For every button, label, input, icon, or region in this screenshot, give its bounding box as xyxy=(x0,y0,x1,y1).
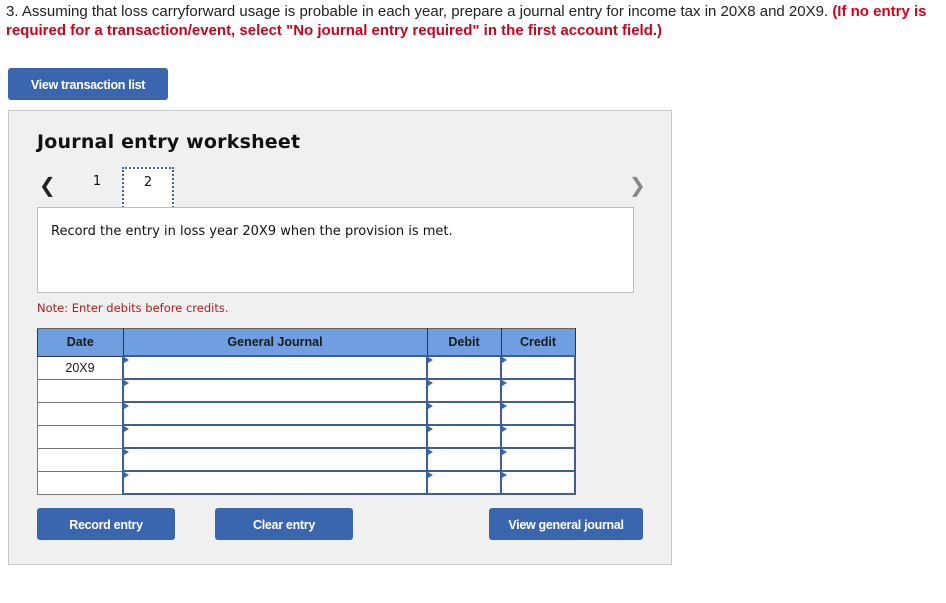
record-entry-button[interactable]: Record entry xyxy=(37,508,175,540)
journal-header-row: Date General Journal Debit Credit xyxy=(37,328,576,357)
table-row xyxy=(37,401,576,426)
page-tab-2[interactable]: 2 xyxy=(122,167,174,211)
table-row xyxy=(37,470,576,495)
journal-entry-worksheet-panel: Journal entry worksheet ❮ 1 2 ❯ Record t… xyxy=(8,110,672,565)
table-row xyxy=(37,378,576,403)
date-cell xyxy=(37,470,124,495)
header-general-journal: General Journal xyxy=(122,328,428,357)
credit-input[interactable] xyxy=(500,424,576,449)
date-cell xyxy=(37,378,124,403)
view-transaction-list-button[interactable]: View transaction list xyxy=(8,68,168,100)
question-body: 3. Assuming that loss carryforward usage… xyxy=(6,3,829,20)
entry-description-box: Record the entry in loss year 20X9 when … xyxy=(37,207,634,293)
chevron-right-icon[interactable]: ❯ xyxy=(629,173,646,197)
account-input[interactable] xyxy=(122,424,428,449)
date-cell xyxy=(37,401,124,426)
date-cell: 20X9 xyxy=(37,355,124,380)
debit-input[interactable] xyxy=(426,447,502,472)
credit-input[interactable] xyxy=(500,401,576,426)
account-input[interactable] xyxy=(122,447,428,472)
clear-entry-button[interactable]: Clear entry xyxy=(215,508,353,540)
table-row: 20X9 xyxy=(37,355,576,380)
header-credit: Credit xyxy=(500,328,576,357)
debit-input[interactable] xyxy=(426,355,502,380)
journal-table: Date General Journal Debit Credit 20X9 xyxy=(37,328,576,495)
date-cell xyxy=(37,424,124,449)
worksheet-title: Journal entry worksheet xyxy=(37,131,301,153)
account-input[interactable] xyxy=(122,355,428,380)
view-general-journal-button[interactable]: View general journal xyxy=(489,508,643,540)
credit-input[interactable] xyxy=(500,355,576,380)
debit-input[interactable] xyxy=(426,470,502,495)
chevron-left-icon[interactable]: ❮ xyxy=(39,173,56,197)
date-cell xyxy=(37,447,124,472)
debit-input[interactable] xyxy=(426,401,502,426)
table-row xyxy=(37,424,576,449)
account-input[interactable] xyxy=(122,401,428,426)
debit-input[interactable] xyxy=(426,424,502,449)
account-input[interactable] xyxy=(122,378,428,403)
header-date: Date xyxy=(37,328,124,357)
page-tab-1[interactable]: 1 xyxy=(72,167,122,209)
debit-input[interactable] xyxy=(426,378,502,403)
header-debit: Debit xyxy=(426,328,502,357)
table-row xyxy=(37,447,576,472)
question-text: 3. Assuming that loss carryforward usage… xyxy=(6,2,936,40)
account-input[interactable] xyxy=(122,470,428,495)
credit-input[interactable] xyxy=(500,378,576,403)
credit-input[interactable] xyxy=(500,470,576,495)
entry-description: Record the entry in loss year 20X9 when … xyxy=(51,224,453,239)
credit-input[interactable] xyxy=(500,447,576,472)
debit-credit-note: Note: Enter debits before credits. xyxy=(37,301,229,315)
